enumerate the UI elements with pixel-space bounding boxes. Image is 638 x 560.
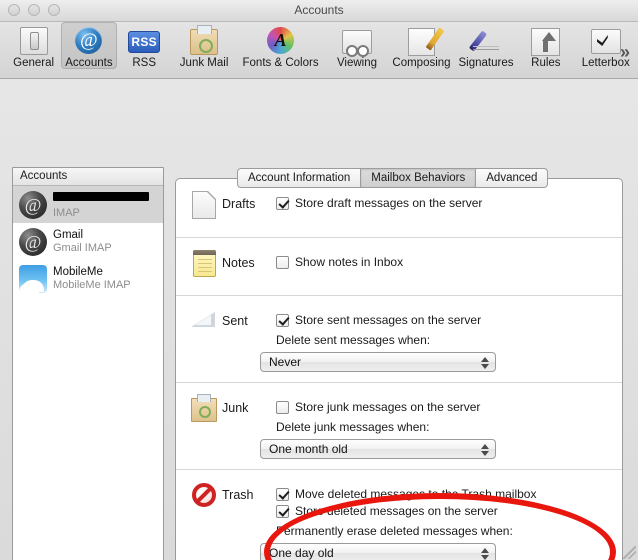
popup-value: Never [269, 355, 302, 369]
chevron-updown-icon [481, 547, 490, 560]
toolbar-item-viewing[interactable]: Viewing [325, 22, 389, 69]
sidebar-header: Accounts [13, 168, 163, 186]
notes-pad-icon [190, 250, 218, 278]
toolbar-overflow-icon[interactable]: » [620, 42, 630, 63]
mailbox-behaviors-panel: Drafts Store draft messages on the serve… [175, 178, 623, 560]
at-sign-account-icon: @ [19, 190, 47, 219]
checkbox-store-deleted-row[interactable]: Store deleted messages on the server [276, 504, 608, 518]
delete-sent-label: Delete sent messages when: [276, 333, 431, 347]
checkbox-store-junk[interactable] [276, 400, 289, 414]
toggle-switch-icon [18, 25, 50, 55]
toolbar-label: Accounts [65, 57, 113, 69]
toolbar-label: Junk Mail [179, 57, 229, 69]
letterbox-icon [590, 25, 622, 55]
checkbox-store-drafts-row[interactable]: Store draft messages on the server [276, 196, 608, 210]
tab-mailbox-behaviors[interactable]: Mailbox Behaviors [361, 168, 477, 188]
toolbar-label: Fonts & Colors [242, 57, 319, 69]
at-sign-icon: @ [73, 25, 105, 55]
eyeglasses-icon [341, 25, 373, 57]
toolbar-label: RSS [132, 57, 157, 69]
toolbar-item-signatures[interactable]: Signatures [454, 22, 518, 69]
junk-bag-icon [190, 394, 218, 423]
settings-tab-bar: Account Information Mailbox Behaviors Ad… [237, 168, 549, 188]
erase-deleted-label: Permanently erase deleted messages when: [276, 524, 513, 538]
checkbox-store-drafts[interactable] [276, 196, 289, 210]
arrows-split-icon [530, 25, 562, 56]
section-title: Sent [222, 314, 248, 328]
toolbar-item-accounts[interactable]: @ Accounts [61, 22, 117, 69]
checkbox-label: Store draft messages on the server [295, 196, 483, 210]
popup-value: One day old [269, 546, 334, 560]
checkbox-store-sent-row[interactable]: Store sent messages on the server [276, 313, 608, 327]
account-name-redacted: redacted [53, 191, 149, 201]
at-sign-account-icon: @ [19, 227, 47, 256]
resize-grip-icon[interactable] [623, 546, 636, 559]
toolbar-item-rules[interactable]: Rules [518, 22, 573, 69]
checkbox-store-junk-row[interactable]: Store junk messages on the server [276, 400, 608, 414]
checkbox-move-deleted-row[interactable]: Move deleted messages to the Trash mailb… [276, 487, 608, 501]
checkbox-label: Move deleted messages to the Trash mailb… [295, 487, 537, 501]
checkbox-label: Store sent messages on the server [295, 313, 482, 327]
checkbox-store-sent[interactable] [276, 313, 289, 327]
toolbar-label: Composing [392, 57, 451, 69]
accounts-preferences-window: Accounts General @ Accounts RSS RSS Junk… [0, 0, 638, 560]
section-title: Drafts [222, 197, 256, 211]
delete-junk-label: Delete junk messages when: [276, 420, 430, 434]
popup-value: One month old [269, 442, 348, 456]
tab-account-information[interactable]: Account Information [237, 168, 362, 188]
preferences-body: Accounts @ redacted IMAP @ Gmail Gmail I… [0, 79, 638, 560]
junk-bag-icon [188, 25, 220, 55]
toolbar-item-fonts-colors[interactable]: A Fonts & Colors [236, 22, 324, 69]
checkbox-move-deleted-to-trash[interactable] [276, 487, 289, 501]
checkbox-label: Show notes in Inbox [295, 255, 404, 269]
account-type: Gmail IMAP [53, 241, 112, 254]
accounts-sidebar: Accounts @ redacted IMAP @ Gmail Gmail I… [12, 167, 164, 560]
mobileme-cloud-icon [19, 264, 47, 293]
popup-permanently-erase-messages[interactable]: One day old [260, 543, 496, 560]
toolbar-label: General [13, 57, 55, 69]
toolbar-label: Rules [531, 57, 561, 69]
color-wheel-a-icon: A [265, 25, 297, 55]
toolbar-item-rss[interactable]: RSS RSS [117, 22, 172, 69]
section-notes: Notes Show notes in Inbox [176, 237, 622, 295]
sent-paper-plane-icon [190, 308, 218, 336]
account-name: Gmail [53, 228, 84, 241]
window-title: Accounts [294, 3, 344, 17]
section-title: Trash [222, 488, 254, 502]
drafts-page-icon [190, 191, 218, 219]
chevron-updown-icon [481, 356, 490, 370]
account-list-item-gmail[interactable]: @ Gmail Gmail IMAP [13, 223, 163, 260]
account-name: MobileMe [53, 265, 103, 278]
checkbox-label: Store junk messages on the server [295, 400, 481, 414]
chevron-updown-icon [481, 443, 490, 457]
fountain-pen-icon [470, 25, 502, 55]
tab-advanced[interactable]: Advanced [476, 168, 549, 188]
section-title: Junk [222, 401, 249, 415]
account-list-item-redacted[interactable]: @ redacted IMAP [13, 186, 163, 223]
preferences-toolbar: General @ Accounts RSS RSS Junk Mail A F… [0, 22, 638, 79]
pencil-paper-icon [405, 25, 437, 56]
rss-icon: RSS [128, 25, 161, 55]
toolbar-label: Signatures [458, 57, 514, 69]
section-title: Notes [222, 256, 255, 270]
checkbox-store-deleted-on-server[interactable] [276, 504, 289, 518]
checkbox-show-notes-in-inbox[interactable] [276, 255, 289, 269]
toolbar-label: Viewing [336, 57, 378, 69]
popup-delete-sent-messages[interactable]: Never [260, 352, 496, 372]
toolbar-item-junk-mail[interactable]: Junk Mail [172, 22, 236, 69]
checkbox-show-notes-row[interactable]: Show notes in Inbox [276, 255, 608, 269]
trash-prohibit-icon [190, 482, 218, 510]
section-junk: Junk Store junk messages on the server D… [176, 382, 622, 469]
section-trash: Trash Move deleted messages to the Trash… [176, 469, 622, 560]
account-list-item-mobileme[interactable]: MobileMe MobileMe IMAP [13, 260, 163, 297]
section-sent: Sent Store sent messages on the server D… [176, 295, 622, 382]
checkbox-label: Store deleted messages on the server [295, 504, 498, 518]
account-type: MobileMe IMAP [53, 278, 131, 291]
toolbar-item-composing[interactable]: Composing [389, 22, 453, 69]
toolbar-item-general[interactable]: General [6, 22, 61, 69]
account-type: IMAP [53, 207, 80, 220]
popup-delete-junk-messages[interactable]: One month old [260, 439, 496, 459]
title-bar: Accounts [0, 0, 638, 22]
